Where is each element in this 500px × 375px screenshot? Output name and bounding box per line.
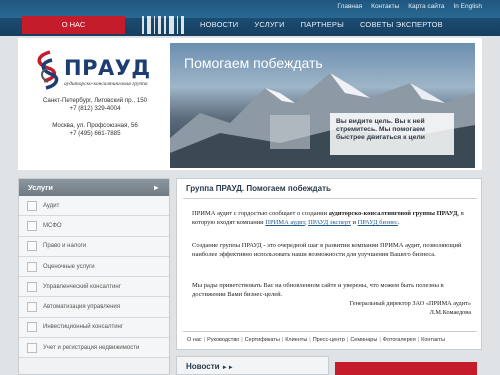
- divider: [183, 198, 477, 199]
- link-proud-business[interactable]: ПРАУД бизнес: [358, 219, 398, 226]
- sidebar-title: Услуги: [28, 183, 53, 192]
- address-msk-phone: +7 (495) 661-7885: [69, 130, 121, 138]
- logo-subtitle: аудиторско-консалтинговая группа: [64, 81, 148, 87]
- sidebar-item-label: Управленческий консалтинг: [43, 283, 121, 290]
- sidebar-item-label: Автоматизация управления: [43, 304, 121, 311]
- logo-mark-icon: [37, 50, 59, 90]
- paragraph-intro: ПРИМА аудит с гордостью сообщает о созда…: [192, 209, 474, 227]
- link-english[interactable]: In English: [453, 3, 482, 10]
- link-home[interactable]: Главная: [337, 3, 362, 10]
- paragraph-welcome: Мы рады приветствовать Вас на обновленно…: [192, 282, 444, 299]
- square-icon: [27, 322, 37, 333]
- sidebar-item-valuation[interactable]: Оценочные услуги: [19, 256, 169, 278]
- square-icon: [27, 261, 37, 272]
- news-block[interactable]: Новости ►►: [176, 356, 329, 375]
- signature-name: Л.М.Комаедова: [429, 308, 471, 316]
- address-spb: Санкт-Петербург, Лиговский пр., 150 +7 (…: [22, 97, 168, 113]
- nav-item-partners[interactable]: ПАРТНЕРЫ: [301, 20, 344, 29]
- sidebar-item-management-consulting[interactable]: Управленческий консалтинг: [19, 277, 169, 298]
- nav-item-news[interactable]: НОВОСТИ: [200, 20, 238, 29]
- main-content: Группа ПРАУД. Помогаем побеждать ПРИМА а…: [176, 178, 482, 350]
- page-title: Группа ПРАУД. Помогаем побеждать: [186, 184, 331, 193]
- footer-link-certificates[interactable]: Сертификаты: [245, 337, 280, 343]
- promo-red-bar[interactable]: [335, 362, 477, 375]
- hero-caption: Вы видите цель. Вы к ней стремитесь. Мы …: [330, 113, 454, 155]
- footer-link-gallery[interactable]: Фотогалерея: [383, 337, 416, 343]
- hero-banner: Помогаем побеждать Вы видите цель. Вы к …: [170, 43, 475, 168]
- divider: [183, 331, 477, 332]
- logo-name: ПРАУД: [64, 56, 151, 80]
- sidebar-list: Аудит МСФО Право и налоги Оценочные услу…: [19, 196, 169, 359]
- sidebar-item-label: Инвестиционный консалтинг: [43, 324, 124, 331]
- sidebar-item-label: Учет и регистрация недвижимости: [43, 344, 140, 351]
- sidebar-header[interactable]: Услуги ►: [19, 179, 169, 196]
- double-arrow-icon: ►►: [221, 365, 234, 371]
- and-text: и: [350, 219, 358, 227]
- square-icon: [27, 302, 37, 313]
- footer-link-press[interactable]: Пресс-центр: [313, 337, 345, 343]
- arrow-right-icon: ►: [152, 183, 160, 192]
- sidebar-item-law-tax[interactable]: Право и налоги: [19, 236, 169, 257]
- square-icon: [27, 200, 37, 211]
- link-sitemap[interactable]: Карта сайта: [408, 3, 444, 10]
- address-spb-phone: +7 (812) 329-4004: [69, 105, 121, 113]
- signature: Генеральный директор ЗАО «ПРИМА аудит» Л…: [350, 300, 471, 318]
- news-title-text: Новости: [186, 362, 220, 371]
- sidebar-item-real-estate[interactable]: Учет и регистрация недвижимости: [19, 338, 169, 359]
- footer-link-clients[interactable]: Клиенты: [285, 337, 307, 343]
- square-icon: [27, 281, 37, 292]
- address-msk: Москва, ул. Профсоюзная, 56 +7 (495) 661…: [22, 122, 168, 138]
- utility-links: Главная Контакты Карта сайта In English: [337, 3, 482, 10]
- address-spb-street: Санкт-Петербург, Лиговский пр., 150: [42, 97, 148, 104]
- paragraph-group: Создание группы ПРАУД - это очередной ша…: [192, 242, 462, 259]
- sidebar-item-label: Аудит: [43, 202, 60, 209]
- nav-item-expert-advice[interactable]: СОВЕТЫ ЭКСПЕРТОВ: [360, 20, 443, 29]
- news-title: Новости ►►: [186, 362, 234, 371]
- signature-position: Генеральный директор ЗАО «ПРИМА аудит»: [349, 300, 471, 307]
- footer-link-seminars[interactable]: Семинары: [350, 337, 377, 343]
- decorative-stripes: [142, 16, 184, 34]
- sidebar-item-label: МСФО: [43, 222, 62, 229]
- link-contacts[interactable]: Контакты: [371, 3, 399, 10]
- nav-item-services[interactable]: УСЛУГИ: [254, 20, 284, 29]
- footer-links: О нас | Руководство | Сертификаты | Клиенты…: [187, 337, 445, 343]
- intro-text: ПРИМА аудит с гордостью сообщает о созда…: [192, 210, 329, 217]
- footer-link-management[interactable]: Руководство: [207, 337, 239, 343]
- square-icon: [27, 342, 37, 353]
- intro-bold: аудиторско-консалтинговой группы ПРАУД: [328, 210, 458, 217]
- sidebar-item-investment[interactable]: Инвестиционный консалтинг: [19, 317, 169, 339]
- hero-title: Помогаем побеждать: [184, 55, 323, 71]
- sidebar-item-label: Право и налоги: [43, 243, 87, 250]
- services-sidebar: Услуги ► Аудит МСФО Право и налоги Оцено…: [18, 178, 170, 375]
- footer-link-contacts[interactable]: Контакты: [421, 337, 445, 343]
- link-proud-expert[interactable]: ПРАУД эксперт: [308, 219, 351, 226]
- sidebar-item-label: Оценочные услуги: [43, 263, 95, 270]
- main-nav: НОВОСТИ УСЛУГИ ПАРТНЕРЫ СОВЕТЫ ЭКСПЕРТОВ: [200, 20, 443, 29]
- footer-link-about[interactable]: О нас: [187, 337, 202, 343]
- sidebar-item-audit[interactable]: Аудит: [19, 196, 169, 217]
- nav-tab-about[interactable]: О НАС: [22, 16, 125, 34]
- square-icon: [27, 220, 37, 231]
- dot-text: .: [397, 219, 400, 227]
- square-icon: [27, 241, 37, 252]
- sidebar-item-ifrs[interactable]: МСФО: [19, 216, 169, 237]
- sidebar-item-automation[interactable]: Автоматизация управления: [19, 297, 169, 318]
- address-msk-street: Москва, ул. Профсоюзная, 56: [52, 122, 138, 129]
- link-prima-audit[interactable]: ПРИМА аудит: [265, 219, 305, 226]
